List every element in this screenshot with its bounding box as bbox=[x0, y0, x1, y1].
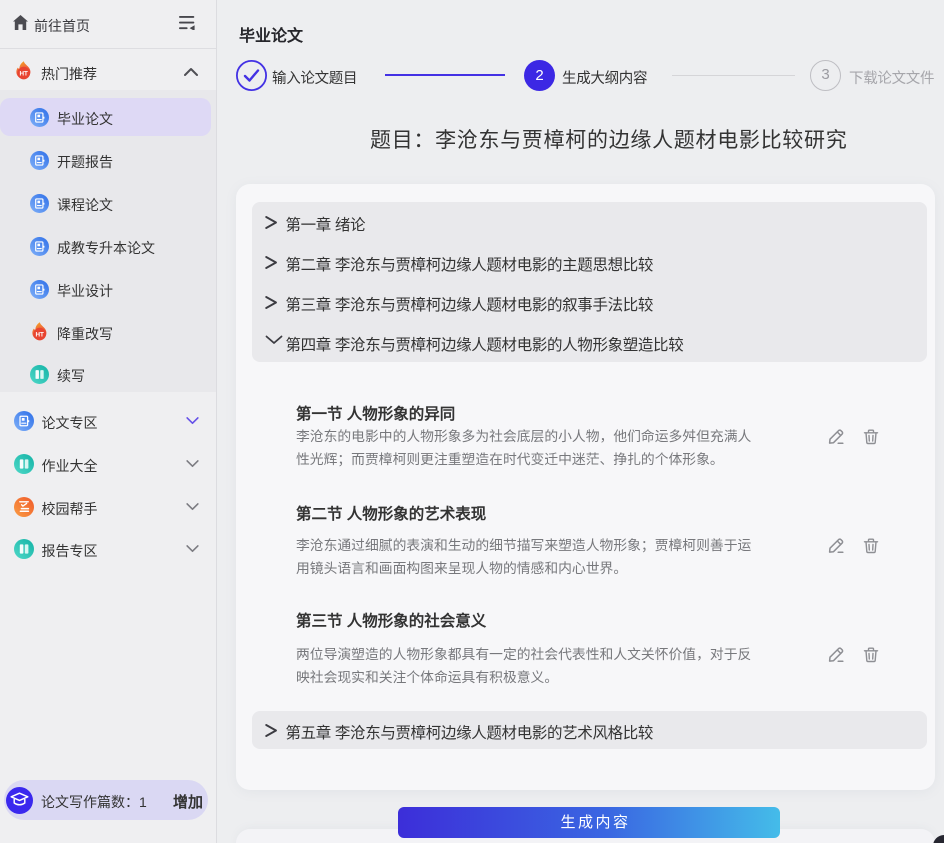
svg-text:HT: HT bbox=[19, 71, 28, 78]
svg-text:HT: HT bbox=[35, 332, 44, 339]
